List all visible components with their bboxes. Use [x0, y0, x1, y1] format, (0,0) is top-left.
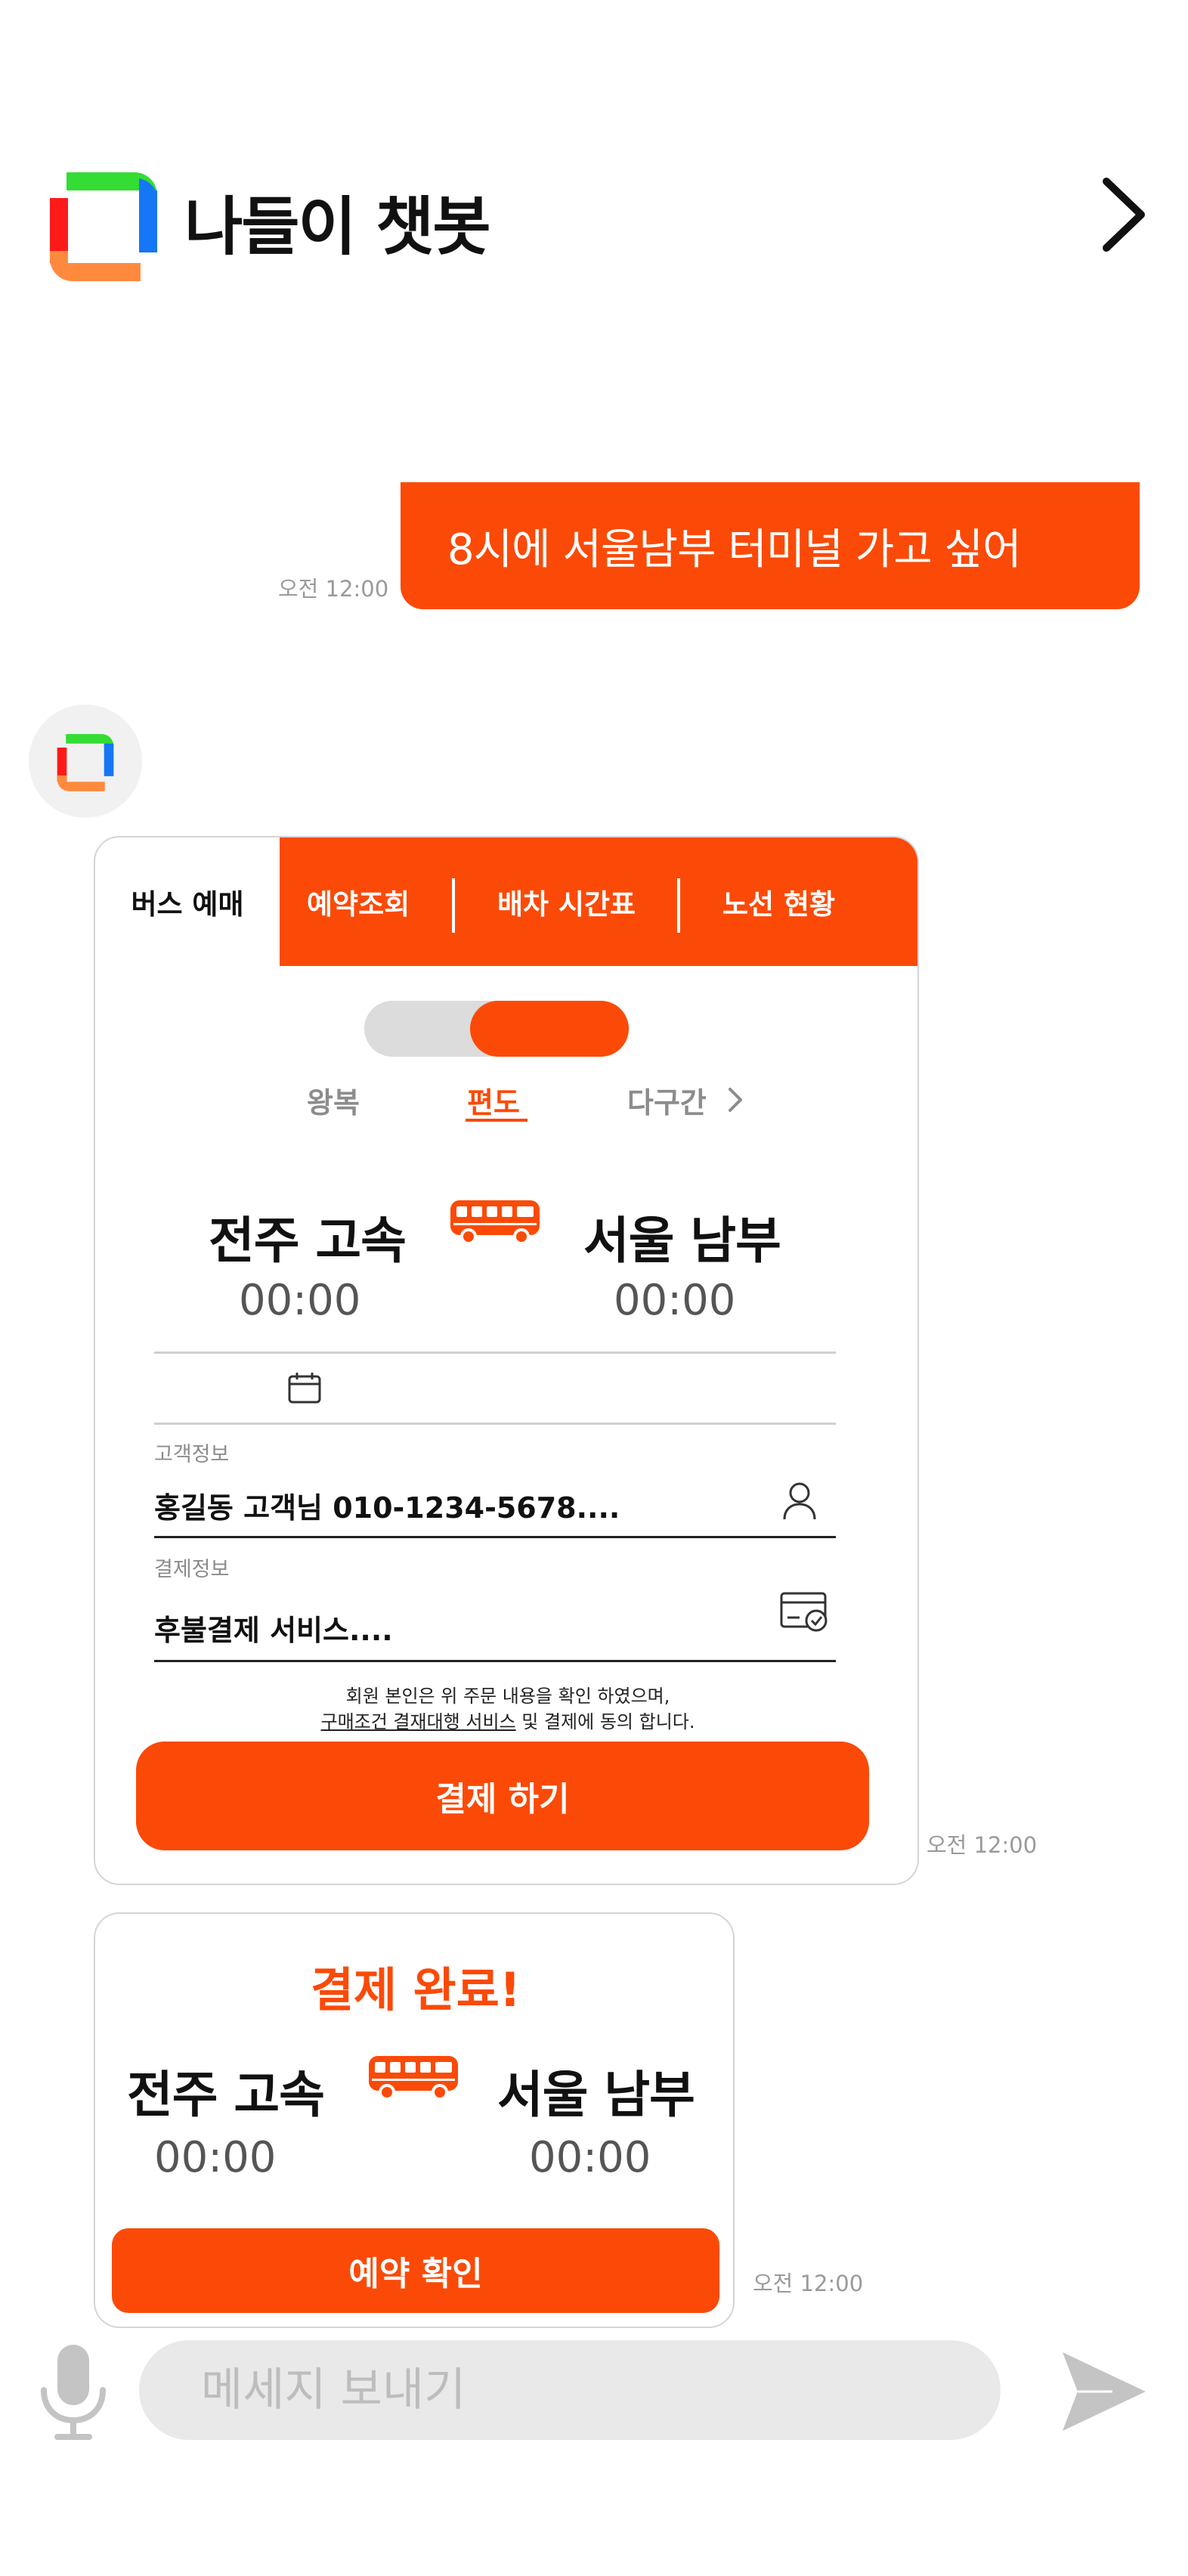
departure-time: 00:00: [239, 1276, 361, 1325]
user-icon: [781, 1482, 818, 1524]
divider: [154, 1423, 836, 1425]
payment-field-underline: [154, 1660, 836, 1662]
trip-option-multi[interactable]: 다구간: [627, 1079, 707, 1121]
chevron-right-icon[interactable]: [727, 1087, 744, 1116]
trip-type-toggle-knob: [470, 1001, 629, 1057]
complete-destination-terminal: 서울 남부: [497, 2066, 695, 2124]
app-logo-icon: [45, 168, 162, 286]
complete-arrival-time: 00:00: [529, 2133, 651, 2182]
calendar-icon[interactable]: [287, 1371, 322, 1407]
payment-complete-card: 결제 완료! 전주 고속 서울 남부 00:00 00:00 예약 확인: [94, 1912, 735, 2328]
complete-departure-time: 00:00: [154, 2133, 277, 2182]
payment-complete-title: 결제 완료!: [310, 1962, 521, 2017]
consent-notice-line2: 구매조건 결재대행 서비스 및 결제에 동의 합니다.: [95, 1707, 917, 1733]
reservation-confirm-button[interactable]: 예약 확인: [112, 2228, 719, 2313]
bus-icon: [367, 2054, 459, 2104]
tab-divider: [677, 878, 680, 933]
user-message-bubble: 8시에 서울남부 터미널 가고 싶어: [401, 482, 1140, 609]
message-input[interactable]: [139, 2340, 1001, 2440]
app-title: 나들이 챗봇: [184, 190, 491, 264]
card-check-icon: [780, 1592, 830, 1636]
trip-option-round[interactable]: 왕복: [307, 1079, 360, 1121]
tab-dispatch-schedule[interactable]: 배차 시간표: [497, 838, 636, 966]
customer-field-underline: [154, 1536, 836, 1538]
tab-reservation-lookup[interactable]: 예약조회: [307, 838, 410, 966]
consent-notice-line1: 회원 본인은 위 주문 내용을 확인 하였으며,: [345, 1686, 670, 1707]
complete-origin-terminal: 전주 고속: [127, 2066, 325, 2124]
bus-icon: [449, 1199, 541, 1249]
tab-route-status[interactable]: 노선 현황: [722, 838, 835, 966]
purchase-terms-link[interactable]: 구매조건 결재대행 서비스: [320, 1711, 515, 1732]
divider: [154, 1351, 836, 1354]
trip-option-oneway[interactable]: 편도: [467, 1079, 520, 1121]
bot-avatar: [29, 704, 142, 818]
tab-bus-booking[interactable]: 버스 예매: [95, 838, 280, 966]
payment-info-label: 결제정보: [154, 1558, 230, 1581]
trip-type-toggle[interactable]: [364, 1001, 629, 1057]
tab-divider: [452, 878, 455, 933]
customer-info-label: 고객정보: [154, 1443, 230, 1466]
destination-terminal[interactable]: 서울 남부: [583, 1200, 781, 1273]
complete-card-timestamp: 오전 12:00: [753, 2271, 864, 2296]
origin-terminal[interactable]: 전주 고속: [209, 1200, 407, 1273]
bus-booking-card: 버스 예매 예약조회 배차 시간표 노선 현황 왕복 편도 다구간 전주 고속 …: [94, 836, 919, 1885]
send-icon[interactable]: [1060, 2349, 1149, 2434]
microphone-icon[interactable]: [39, 2343, 107, 2441]
chevron-right-icon[interactable]: [1097, 175, 1150, 254]
booking-card-timestamp: 오전 12:00: [927, 1832, 1038, 1858]
customer-info-field[interactable]: 홍길동 고객님 010-1234-5678....: [154, 1485, 620, 1526]
consent-notice-suffix: 및 결제에 동의 합니다.: [515, 1711, 695, 1732]
payment-info-field[interactable]: 후불결제 서비스....: [154, 1607, 393, 1649]
selected-trip-underline: [466, 1119, 527, 1122]
arrival-time: 00:00: [614, 1276, 736, 1325]
pay-button[interactable]: 결제 하기: [136, 1742, 869, 1850]
user-message-timestamp: 오전 12:00: [278, 576, 389, 602]
